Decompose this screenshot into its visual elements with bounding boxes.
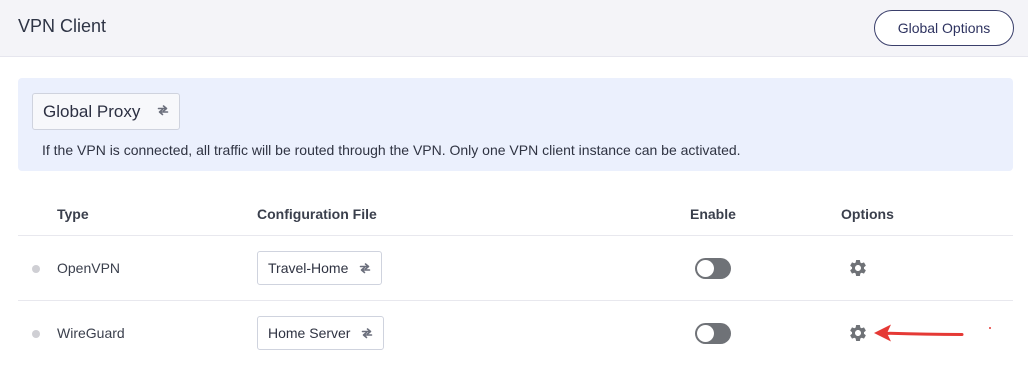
toggle-knob — [697, 325, 714, 342]
config-file-value: Home Server — [268, 325, 351, 341]
proxy-mode-value: Global Proxy — [43, 101, 141, 121]
red-arrow-icon — [870, 319, 966, 354]
row-type: OpenVPN — [57, 260, 121, 276]
table-row: OpenVPN Travel-Home — [18, 236, 1013, 301]
toggle-knob — [697, 260, 714, 277]
column-header-enable: Enable — [690, 206, 736, 222]
swap-arrows-icon — [361, 327, 373, 339]
column-header-config: Configuration File — [257, 206, 377, 222]
page-header: VPN Client Global Options — [0, 0, 1028, 57]
swap-arrows-icon — [157, 104, 169, 116]
enable-toggle[interactable] — [695, 323, 731, 344]
enable-toggle[interactable] — [695, 258, 731, 279]
config-file-value: Travel-Home — [268, 260, 349, 276]
status-dot — [32, 330, 40, 338]
proxy-panel: Global Proxy If the VPN is connected, al… — [18, 78, 1013, 171]
status-dot — [32, 265, 40, 273]
column-header-type: Type — [57, 206, 89, 222]
page-title: VPN Client — [18, 16, 107, 36]
table-row: WireGuard Home Server — [18, 301, 1013, 366]
column-header-options: Options — [841, 206, 894, 222]
gear-icon[interactable] — [848, 258, 868, 283]
row-type: WireGuard — [57, 325, 125, 341]
annotation-dot — [989, 327, 991, 329]
config-file-select[interactable]: Home Server — [257, 316, 384, 350]
global-options-button[interactable]: Global Options — [874, 10, 1014, 46]
proxy-description: If the VPN is connected, all traffic wil… — [42, 142, 741, 158]
table-header: Type Configuration File Enable Options — [18, 196, 1013, 236]
gear-icon[interactable] — [848, 323, 868, 348]
config-file-select[interactable]: Travel-Home — [257, 251, 382, 285]
proxy-mode-select[interactable]: Global Proxy — [32, 93, 180, 130]
swap-arrows-icon — [359, 262, 371, 274]
